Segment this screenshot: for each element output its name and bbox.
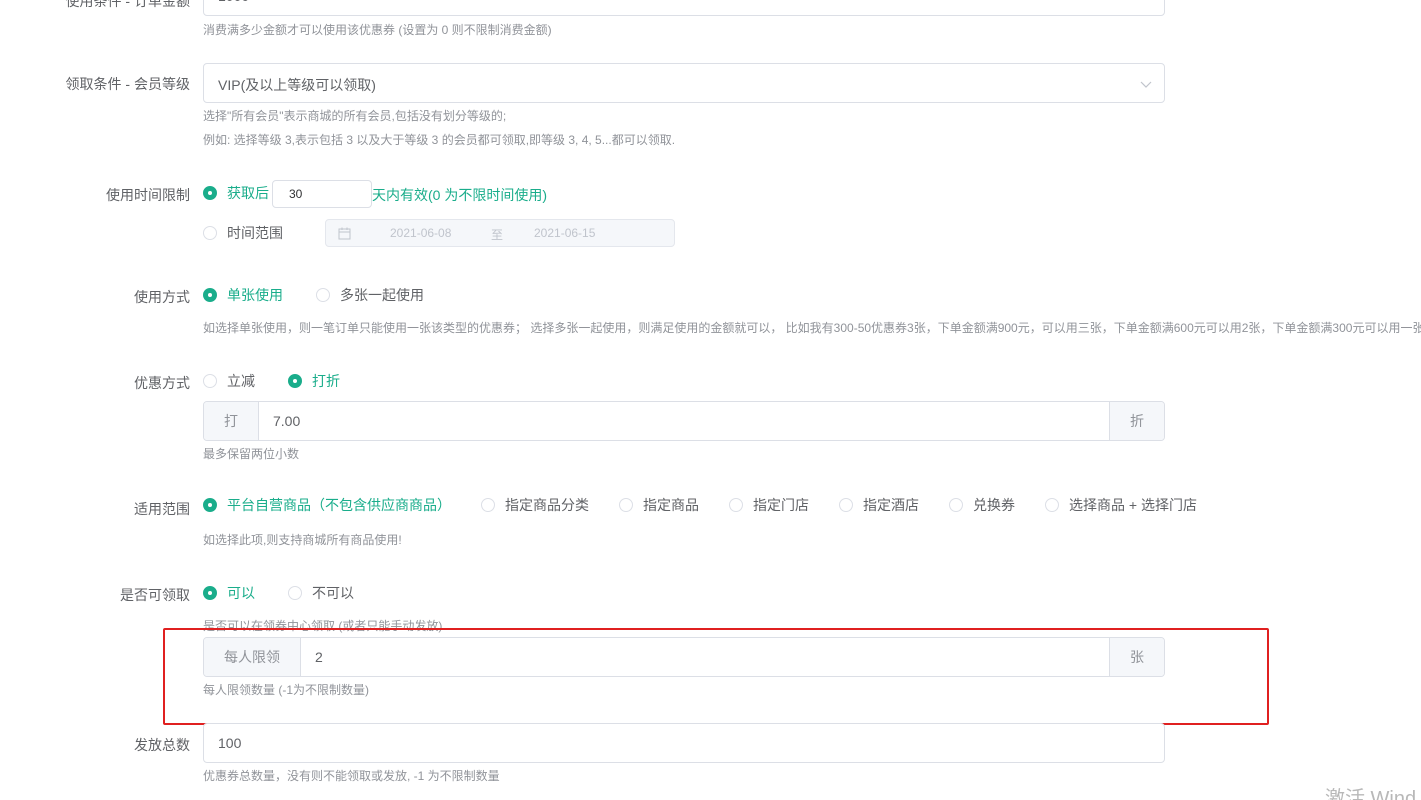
claimable-label: 是否可领取	[120, 587, 190, 603]
scope-radio-goods-and-store[interactable]: 选择商品 + 选择门店	[1045, 495, 1197, 515]
claimable-radio-yes[interactable]: 可以	[203, 583, 255, 603]
member-level-label: 领取条件 - 会员等级	[65, 76, 190, 92]
order-amount-value: 1000	[218, 0, 249, 4]
usage-radio-multiple[interactable]: 多张一起使用	[316, 285, 424, 305]
claimable-radio-no[interactable]: 不可以	[288, 583, 354, 603]
radio-dot	[619, 498, 633, 512]
discount-suffix: 折	[1109, 402, 1164, 440]
scope-radio-store[interactable]: 指定门店	[729, 495, 809, 515]
scope-radio-category[interactable]: 指定商品分类	[481, 495, 589, 515]
total-value: 100	[218, 735, 242, 751]
radio-dot	[839, 498, 853, 512]
radio-dot	[203, 226, 217, 240]
radio-dot	[203, 498, 217, 512]
radio-dot	[288, 374, 302, 388]
radio-dot	[203, 186, 217, 200]
claimable-no-label: 不可以	[312, 585, 354, 601]
scope-radio-voucher[interactable]: 兑换券	[949, 495, 1015, 515]
time-limit-radio-days[interactable]: 获取后	[203, 183, 269, 203]
scope-option-label: 兑换券	[973, 497, 1015, 513]
radio-dot	[203, 374, 217, 388]
discount-radio-rate[interactable]: 打折	[288, 371, 340, 391]
highlight-box	[163, 628, 1269, 725]
date-range-picker[interactable]: 2021-06-08 至 2021-06-15	[325, 219, 675, 247]
member-level-hint-2: 例如: 选择等级 3,表示包括 3 以及大于等级 3 的会员都可领取,即等级 3…	[203, 133, 676, 147]
scope-radio-goods[interactable]: 指定商品	[619, 495, 699, 515]
scope-hint: 如选择此项,则支持商城所有商品使用!	[203, 533, 402, 547]
windows-activation-watermark: 激活 Wind	[1325, 788, 1417, 800]
date-range-separator: 至	[491, 228, 504, 242]
scope-option-label: 指定商品分类	[505, 497, 589, 513]
scope-label: 适用范围	[134, 501, 190, 517]
days-input-value: 30	[289, 187, 303, 201]
total-hint: 优惠券总数量，没有则不能领取或发放, -1 为不限制数量	[203, 769, 500, 783]
usage-radio-single[interactable]: 单张使用	[203, 285, 283, 305]
order-amount-hint: 消费满多少金额才可以使用该优惠券 (设置为 0 则不限制消费金额)	[203, 23, 552, 37]
total-label: 发放总数	[134, 737, 190, 753]
scope-option-label: 指定商品	[643, 497, 699, 513]
member-level-hint-1: 选择"所有会员"表示商城的所有会员,包括没有划分等级的;	[203, 109, 507, 123]
discount-rate-label: 打折	[312, 373, 340, 389]
usage-hint: 如选择单张使用，则一笔订单只能使用一张该类型的优惠券； 选择多张一起使用，则满足…	[203, 321, 1421, 335]
end-date: 2021-06-15	[534, 226, 596, 240]
time-limit-days-suffix: 天内有效(0 为不限时间使用)	[372, 187, 547, 203]
scope-option-label: 指定门店	[753, 497, 809, 513]
claimable-yes-label: 可以	[227, 585, 255, 601]
time-limit-range-label: 时间范围	[227, 225, 283, 241]
discount-label: 优惠方式	[134, 375, 190, 391]
radio-dot	[203, 586, 217, 600]
order-amount-input[interactable]: 1000	[203, 0, 1165, 16]
radio-dot	[203, 288, 217, 302]
start-date: 2021-06-08	[390, 226, 452, 240]
discount-prefix: 打	[204, 402, 259, 440]
usage-label: 使用方式	[134, 289, 190, 305]
discount-rate-input-group[interactable]: 打 7.00 折	[203, 401, 1165, 441]
time-limit-label: 使用时间限制	[106, 187, 190, 203]
total-input[interactable]: 100	[203, 723, 1165, 763]
usage-multiple-label: 多张一起使用	[340, 287, 424, 303]
discount-hint: 最多保留两位小数	[203, 447, 300, 461]
days-input[interactable]: 30	[272, 180, 372, 208]
scope-option-label: 平台自营商品（不包含供应商商品）	[227, 497, 451, 513]
scope-option-label: 选择商品 + 选择门店	[1069, 497, 1197, 513]
discount-rate-value[interactable]: 7.00	[259, 402, 1109, 440]
radio-dot	[316, 288, 330, 302]
scope-radio-hotel[interactable]: 指定酒店	[839, 495, 919, 515]
scope-option-label: 指定酒店	[863, 497, 919, 513]
usage-single-label: 单张使用	[227, 287, 283, 303]
member-level-select[interactable]: VIP(及以上等级可以领取)	[203, 63, 1165, 103]
time-limit-radio-range[interactable]: 时间范围	[203, 223, 283, 243]
chevron-down-icon	[1140, 81, 1152, 88]
radio-dot	[949, 498, 963, 512]
order-amount-label: 使用条件 - 订单金额	[65, 0, 190, 9]
calendar-icon	[338, 227, 351, 240]
scope-radio-self-operated[interactable]: 平台自营商品（不包含供应商商品）	[203, 495, 451, 515]
radio-dot	[481, 498, 495, 512]
radio-dot	[1045, 498, 1059, 512]
radio-dot	[729, 498, 743, 512]
member-level-selected: VIP(及以上等级可以领取)	[218, 77, 376, 93]
radio-dot	[288, 586, 302, 600]
time-limit-days-prefix: 获取后	[227, 185, 269, 201]
discount-radio-reduce[interactable]: 立减	[203, 371, 255, 391]
discount-reduce-label: 立减	[227, 373, 255, 389]
